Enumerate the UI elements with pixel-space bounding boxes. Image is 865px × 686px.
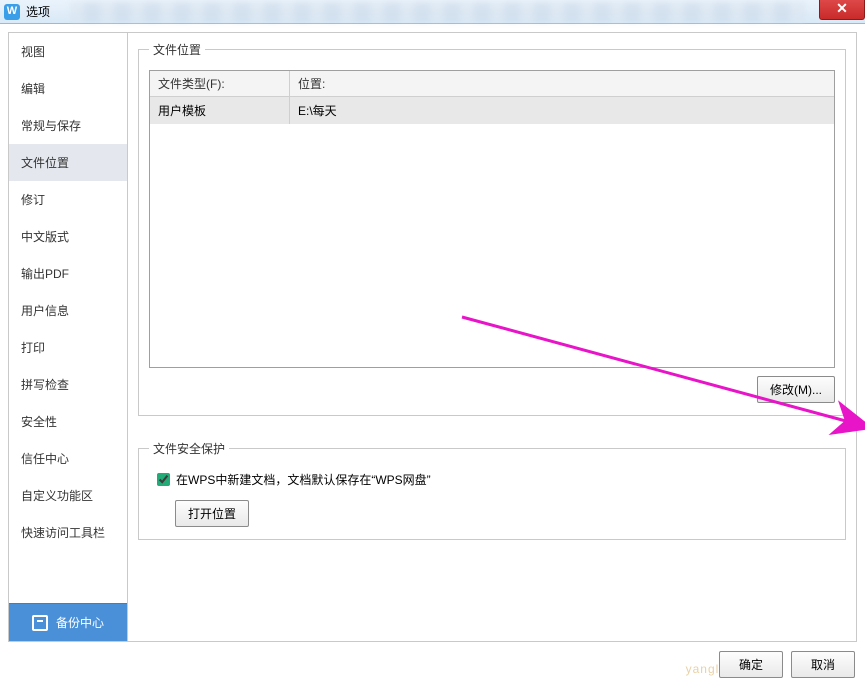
modify-button[interactable]: 修改(M)... (757, 376, 835, 403)
col-header-type[interactable]: 文件类型(F): (150, 71, 290, 96)
col-header-location[interactable]: 位置: (290, 71, 834, 96)
sidebar-item-3[interactable]: 文件位置 (9, 144, 127, 181)
table-header: 文件类型(F): 位置: (150, 71, 834, 97)
sidebar-item-10[interactable]: 安全性 (9, 403, 127, 440)
sidebar-item-12[interactable]: 自定义功能区 (9, 477, 127, 514)
app-logo: W (4, 4, 20, 20)
dialog-footer: 确定 取消 (719, 651, 855, 678)
open-location-button[interactable]: 打开位置 (175, 500, 249, 527)
sidebar-item-1[interactable]: 编辑 (9, 70, 127, 107)
dialog-body: 视图编辑常规与保存文件位置修订中文版式输出PDF用户信息打印拼写检查安全性信任中… (8, 32, 857, 642)
cell-location: E:\每天 (290, 97, 834, 124)
content-pane: 文件位置 文件类型(F): 位置: 用户模板E:\每天 修改(M)... (128, 32, 857, 642)
blurred-background (70, 2, 805, 22)
save-to-wps-label[interactable]: 在WPS中新建文档，文档默认保存在“WPS网盘” (176, 471, 431, 488)
modify-row: 修改(M)... (149, 376, 835, 403)
cancel-button[interactable]: 取消 (791, 651, 855, 678)
open-location-row: 打开位置 (175, 500, 835, 527)
sidebar-item-4[interactable]: 修订 (9, 181, 127, 218)
close-button[interactable]: ✕ (819, 0, 865, 20)
backup-icon (32, 615, 48, 631)
sidebar-item-11[interactable]: 信任中心 (9, 440, 127, 477)
cell-type: 用户模板 (150, 97, 290, 124)
file-safety-legend: 文件安全保护 (149, 440, 229, 457)
sidebar-item-7[interactable]: 用户信息 (9, 292, 127, 329)
file-location-legend: 文件位置 (149, 41, 205, 58)
sidebar-item-2[interactable]: 常规与保存 (9, 107, 127, 144)
file-location-table: 文件类型(F): 位置: 用户模板E:\每天 (149, 70, 835, 368)
sidebar-item-13[interactable]: 快速访问工具栏 (9, 514, 127, 551)
backup-center-button[interactable]: 备份中心 (9, 603, 127, 641)
sidebar-item-5[interactable]: 中文版式 (9, 218, 127, 255)
backup-label: 备份中心 (56, 614, 104, 631)
file-safety-group: 文件安全保护 在WPS中新建文档，文档默认保存在“WPS网盘” 打开位置 (138, 440, 846, 540)
table-row[interactable]: 用户模板E:\每天 (150, 97, 834, 124)
sidebar-list: 视图编辑常规与保存文件位置修订中文版式输出PDF用户信息打印拼写检查安全性信任中… (9, 33, 127, 603)
sidebar-item-9[interactable]: 拼写检查 (9, 366, 127, 403)
table-body[interactable]: 用户模板E:\每天 (150, 97, 834, 367)
sidebar-item-6[interactable]: 输出PDF (9, 255, 127, 292)
ok-button[interactable]: 确定 (719, 651, 783, 678)
file-location-group: 文件位置 文件类型(F): 位置: 用户模板E:\每天 修改(M)... (138, 41, 846, 416)
sidebar-item-0[interactable]: 视图 (9, 33, 127, 70)
sidebar-item-8[interactable]: 打印 (9, 329, 127, 366)
save-to-wps-checkbox-row: 在WPS中新建文档，文档默认保存在“WPS网盘” (157, 471, 835, 488)
titlebar: W 选项 ✕ (0, 0, 865, 24)
window-title: 选项 (26, 3, 50, 20)
save-to-wps-checkbox[interactable] (157, 473, 170, 486)
sidebar: 视图编辑常规与保存文件位置修订中文版式输出PDF用户信息打印拼写检查安全性信任中… (8, 32, 128, 642)
